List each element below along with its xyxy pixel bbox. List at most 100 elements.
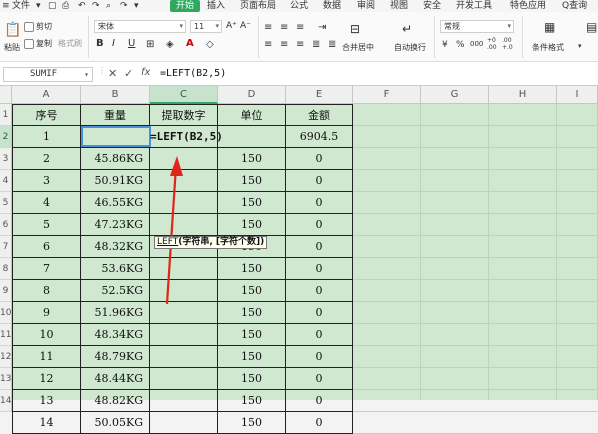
copy-button[interactable]: 复制 bbox=[24, 38, 52, 49]
formula-input[interactable]: =LEFT(B2,5) bbox=[160, 68, 226, 79]
row-header-11[interactable]: 11 bbox=[0, 324, 12, 346]
cell-serial[interactable]: 3 bbox=[12, 170, 81, 192]
fill-color-icon[interactable]: ◈ bbox=[166, 39, 174, 50]
cell-extract[interactable]: =LEFT(B2,5) bbox=[150, 126, 223, 148]
column-header-e[interactable]: E bbox=[286, 86, 353, 104]
percent-button[interactable]: % bbox=[456, 40, 465, 50]
cell-weight[interactable]: 45.86KG bbox=[81, 148, 150, 170]
cell-unit[interactable]: 150 bbox=[218, 148, 286, 170]
cell-weight[interactable]: 48.44KG bbox=[81, 368, 150, 390]
cell-amount[interactable]: 0 bbox=[286, 412, 353, 434]
font-size-select[interactable]: 11 ▾ bbox=[190, 20, 222, 33]
menu-special-tab[interactable]: 特色应用 bbox=[510, 0, 546, 12]
row-header-7[interactable]: 7 bbox=[0, 236, 12, 258]
more-icon[interactable]: ▾ bbox=[134, 0, 139, 12]
cell-unit[interactable]: 150 bbox=[218, 346, 286, 368]
save-icon[interactable]: ▢ bbox=[48, 0, 57, 12]
column-header-d[interactable]: D bbox=[218, 86, 286, 104]
underline-button[interactable]: U bbox=[128, 38, 135, 49]
menu-data-tab[interactable]: 数据 bbox=[323, 0, 341, 12]
cell-unit[interactable]: 150 bbox=[218, 390, 286, 412]
column-header-f[interactable]: F bbox=[353, 86, 421, 104]
align-right-icon[interactable]: ≡ bbox=[296, 39, 304, 50]
menu-insert-tab[interactable]: 插入 bbox=[207, 0, 225, 12]
format-painter-button[interactable]: 格式刷 bbox=[58, 38, 82, 49]
drag-handle-icon[interactable]: ⋮ bbox=[98, 66, 106, 75]
cell-extract[interactable] bbox=[150, 346, 218, 368]
cell-amount[interactable]: 0 bbox=[286, 148, 353, 170]
row-header-6[interactable]: 6 bbox=[0, 214, 12, 236]
cell-amount[interactable]: 0 bbox=[286, 236, 353, 258]
align-top-icon[interactable]: ≡ bbox=[264, 22, 272, 33]
cell-serial[interactable]: 12 bbox=[12, 368, 81, 390]
chevron-down-icon[interactable]: ▾ bbox=[578, 42, 582, 50]
select-all-corner[interactable] bbox=[0, 86, 12, 104]
cell-amount[interactable]: 0 bbox=[286, 346, 353, 368]
row-header-2[interactable]: 2 bbox=[0, 126, 12, 148]
menu-security-tab[interactable]: 安全 bbox=[423, 0, 441, 12]
menu-review-tab[interactable]: 审阅 bbox=[357, 0, 375, 12]
align-left-icon[interactable]: ≡ bbox=[264, 39, 272, 50]
menu-developer-tab[interactable]: 开发工具 bbox=[456, 0, 492, 12]
font-shrink-icon[interactable]: A⁻ bbox=[240, 21, 251, 31]
fx-icon[interactable]: fx bbox=[141, 67, 150, 78]
cell-extract[interactable] bbox=[150, 390, 218, 412]
cut-button[interactable]: 剪切 bbox=[24, 21, 52, 32]
font-name-select[interactable]: 宋体 ▾ bbox=[94, 20, 186, 33]
cell-weight[interactable]: 48.34KG bbox=[81, 324, 150, 346]
eraser-icon[interactable]: ◇ bbox=[206, 39, 214, 50]
cell-amount[interactable]: 0 bbox=[286, 170, 353, 192]
cell-unit[interactable]: 150 bbox=[218, 412, 286, 434]
cell-unit[interactable]: 150 bbox=[218, 214, 286, 236]
align-middle-icon[interactable]: ≡ bbox=[280, 22, 288, 33]
menu-file-dropdown-icon[interactable]: ▾ bbox=[36, 0, 41, 12]
name-box[interactable]: SUMIF ▾ bbox=[3, 67, 93, 82]
header-cell-unit[interactable]: 单位 bbox=[218, 104, 286, 126]
paste-button[interactable]: 粘贴 bbox=[4, 42, 20, 53]
cell-serial[interactable]: 5 bbox=[12, 214, 81, 236]
font-grow-icon[interactable]: A⁺ bbox=[226, 21, 237, 31]
row-header-8[interactable]: 8 bbox=[0, 258, 12, 280]
column-header-g[interactable]: G bbox=[421, 86, 489, 104]
cell-serial[interactable]: 13 bbox=[12, 390, 81, 412]
cell-serial[interactable]: 1 bbox=[12, 126, 81, 148]
header-cell-weight[interactable]: 重量 bbox=[81, 104, 150, 126]
distribute-icon[interactable]: ≣ bbox=[328, 39, 336, 50]
redo2-icon[interactable]: ↷ bbox=[120, 0, 128, 12]
menu-icon[interactable]: ≡ bbox=[2, 0, 10, 12]
cell-amount[interactable]: 6904.5 bbox=[286, 126, 353, 148]
row-header-5[interactable]: 5 bbox=[0, 192, 12, 214]
thousands-button[interactable]: 000 bbox=[470, 40, 483, 48]
border-icon[interactable]: ⊞ bbox=[146, 39, 154, 50]
cell-weight[interactable]: 50.91KG bbox=[81, 170, 150, 192]
column-header-h[interactable]: H bbox=[489, 86, 557, 104]
cell-weight[interactable]: 48.79KG bbox=[81, 346, 150, 368]
undo-icon[interactable]: ↶ bbox=[78, 0, 86, 12]
row-header-3[interactable]: 3 bbox=[0, 148, 12, 170]
cell-serial[interactable]: 9 bbox=[12, 302, 81, 324]
cell-amount[interactable]: 0 bbox=[286, 324, 353, 346]
cell-serial[interactable]: 8 bbox=[12, 280, 81, 302]
cell-amount[interactable]: 0 bbox=[286, 368, 353, 390]
cell-weight[interactable]: 48.82KG bbox=[81, 390, 150, 412]
cell-unit[interactable]: 150 bbox=[218, 324, 286, 346]
number-format-select[interactable]: 常规 ▾ bbox=[440, 20, 514, 33]
cell-unit[interactable] bbox=[218, 126, 286, 148]
cell-serial[interactable]: 11 bbox=[12, 346, 81, 368]
indent-icon[interactable]: ⇥ bbox=[318, 22, 326, 33]
row-header-9[interactable]: 9 bbox=[0, 280, 12, 302]
currency-button[interactable]: ¥ bbox=[442, 40, 448, 50]
cell-extract[interactable] bbox=[150, 412, 218, 434]
cell-unit[interactable]: 150 bbox=[218, 170, 286, 192]
cell-unit[interactable]: 150 bbox=[218, 302, 286, 324]
cell-weight[interactable]: 46.55KG bbox=[81, 192, 150, 214]
cell-weight[interactable]: 53.6KG bbox=[81, 258, 150, 280]
column-header-a[interactable]: A bbox=[12, 86, 81, 104]
increase-decimal-button[interactable]: +0 .00 bbox=[487, 37, 499, 51]
cell-serial[interactable]: 4 bbox=[12, 192, 81, 214]
cell-unit[interactable]: 150 bbox=[218, 280, 286, 302]
row-header-13[interactable]: 13 bbox=[0, 368, 12, 390]
row-header-12[interactable]: 12 bbox=[0, 346, 12, 368]
cancel-icon[interactable]: ✕ bbox=[108, 67, 117, 80]
header-cell-serial[interactable]: 序号 bbox=[12, 104, 81, 126]
